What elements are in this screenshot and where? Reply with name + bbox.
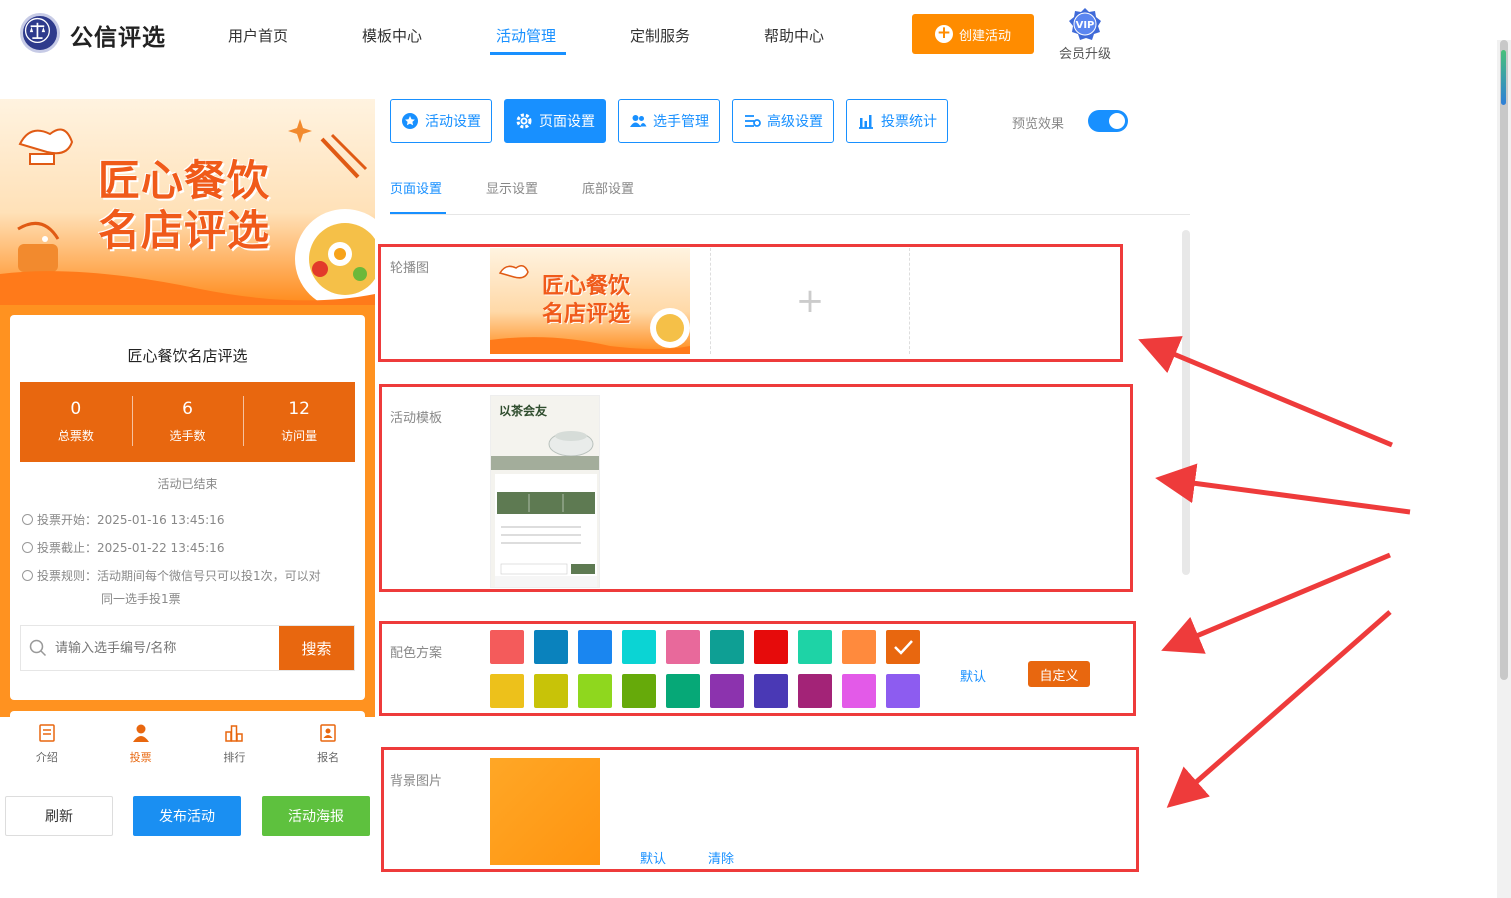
annotation-arrows	[1138, 336, 1411, 808]
activity-settings-button[interactable]: 活动设置	[390, 99, 492, 143]
stats-bar: 0 总票数 6 选手数 12 访问量	[20, 382, 355, 462]
plus-icon: +	[934, 23, 953, 43]
subtab-divider	[390, 214, 1190, 215]
search-input[interactable]	[55, 626, 279, 670]
stat-label: 选手数	[169, 429, 206, 443]
clock-icon	[22, 514, 33, 525]
bar-chart-icon	[859, 115, 873, 129]
document-icon	[39, 724, 55, 742]
refresh-button[interactable]: 刷新	[5, 796, 113, 836]
annotation-box-carousel	[378, 244, 1123, 362]
logo-icon[interactable]	[20, 13, 60, 53]
tab-intro[interactable]: 介绍	[0, 717, 94, 777]
arrow-to-colors	[1161, 552, 1391, 654]
advanced-settings-button[interactable]: 高级设置	[732, 99, 834, 143]
ranking-icon	[225, 725, 244, 742]
vote-rule: 投票规则：活动期间每个微信号只可以投1次，可以对	[22, 565, 321, 588]
users-icon	[630, 115, 647, 127]
user-icon	[132, 724, 149, 742]
vote-statistics-button[interactable]: 投票统计	[846, 99, 948, 143]
nav-item-home[interactable]: 用户首页	[228, 25, 288, 46]
annotation-box-colors	[379, 621, 1136, 716]
contestant-search: 搜索	[20, 625, 355, 671]
tab-label: 介绍	[35, 751, 58, 764]
sliders-icon	[745, 115, 761, 127]
search-button[interactable]: 搜索	[279, 626, 354, 670]
vip-text: VIP	[1076, 20, 1095, 31]
subtab-active-indicator	[390, 212, 446, 214]
preview-banner: 匠心餐饮 名店评选	[0, 99, 375, 305]
gear-icon	[516, 113, 532, 129]
stat-value: 6	[182, 399, 193, 419]
publish-activity-button[interactable]: 发布活动	[133, 796, 241, 836]
preview-tabbar: 介绍 投票 排行 报名	[0, 717, 375, 777]
page-settings-button[interactable]: 页面设置	[504, 99, 606, 143]
tab-vote[interactable]: 投票	[94, 717, 188, 777]
activity-poster-button[interactable]: 活动海报	[262, 796, 370, 836]
stat-label: 访问量	[281, 429, 318, 443]
tab-label: 投票	[129, 751, 152, 764]
info-icon	[22, 570, 33, 581]
contestant-management-button[interactable]: 选手管理	[618, 99, 720, 143]
button-label: 投票统计	[881, 114, 937, 130]
vote-rule-text: 投票规则：活动期间每个微信号只可以投1次，可以对	[37, 569, 321, 583]
vote-end-time: 投票截止：2025-01-22 13:45:16	[22, 537, 224, 560]
signup-icon	[320, 724, 336, 742]
preview-effect-toggle[interactable]	[1088, 110, 1128, 132]
button-label: 选手管理	[653, 114, 709, 130]
stat-total-votes: 0 总票数	[20, 382, 132, 462]
vote-start-time: 投票开始：2025-01-16 13:45:16	[22, 509, 224, 532]
tab-label: 报名	[317, 751, 340, 764]
stat-value: 0	[70, 399, 82, 419]
button-label: 活动设置	[425, 114, 481, 130]
preview-effect-label: 预览效果	[1012, 117, 1065, 132]
stat-label: 总票数	[57, 429, 94, 443]
search-icon	[21, 626, 55, 670]
annotation-box-template	[379, 384, 1133, 592]
page-scrollbar-thumb[interactable]	[1500, 40, 1508, 680]
nav-item-custom-service[interactable]: 定制服务	[630, 25, 690, 46]
tab-ranking[interactable]: 排行	[188, 717, 282, 777]
page-scrollbar-accent	[1501, 50, 1506, 105]
vote-rule-continued: 同一选手投1票	[101, 592, 181, 606]
vip-badge-icon[interactable]: VIP	[1068, 7, 1102, 41]
banner-title-line2: 名店评选	[98, 206, 271, 255]
annotation-box-background	[381, 747, 1139, 872]
brand-name: 公信评选	[70, 25, 166, 51]
nav-item-templates[interactable]: 模板中心	[362, 25, 422, 46]
vote-end-text: 投票截止：2025-01-22 13:45:16	[37, 541, 225, 555]
create-activity-button[interactable]: + 创建活动	[912, 14, 1034, 54]
create-activity-label: 创建活动	[958, 28, 1011, 44]
subtab-display-settings[interactable]: 显示设置	[486, 178, 538, 197]
activity-info-card: 匠心餐饮名店评选 0 总票数 6 选手数 12 访问量 活动已结束 投票开始：2…	[10, 315, 365, 700]
tab-signup[interactable]: 报名	[281, 717, 375, 777]
stat-contestants: 6 选手数	[131, 382, 244, 462]
subtab-footer-settings[interactable]: 底部设置	[582, 178, 634, 197]
nav-active-indicator	[490, 52, 566, 55]
arrow-to-background	[1166, 610, 1392, 808]
mobile-preview: 匠心餐饮 名店评选 匠心餐饮名店评选 0 总票数 6 选手数 12 访问量 活动…	[0, 99, 375, 719]
stat-value: 12	[288, 399, 310, 419]
vip-upgrade-label[interactable]: 会员升级	[1059, 43, 1111, 62]
star-icon	[402, 113, 418, 129]
arrow-to-template	[1155, 463, 1411, 515]
stat-visits: 12 访问量	[243, 382, 355, 462]
button-label: 页面设置	[539, 114, 595, 130]
clock-icon	[22, 542, 33, 553]
nav-item-help[interactable]: 帮助中心	[764, 25, 824, 46]
button-label: 高级设置	[767, 114, 823, 130]
activity-title: 匠心餐饮名店评选	[127, 347, 248, 365]
tab-label: 排行	[223, 751, 246, 764]
vote-start-text: 投票开始：2025-01-16 13:45:16	[37, 513, 225, 527]
top-nav: 公信评选 用户首页 模板中心 活动管理 定制服务 帮助中心 + 创建活动 VIP…	[0, 0, 1511, 70]
activity-status: 活动已结束	[157, 477, 218, 491]
nav-item-activity-management[interactable]: 活动管理	[496, 25, 556, 46]
subtab-page-settings[interactable]: 页面设置	[390, 178, 442, 197]
arrow-to-carousel	[1138, 336, 1393, 448]
